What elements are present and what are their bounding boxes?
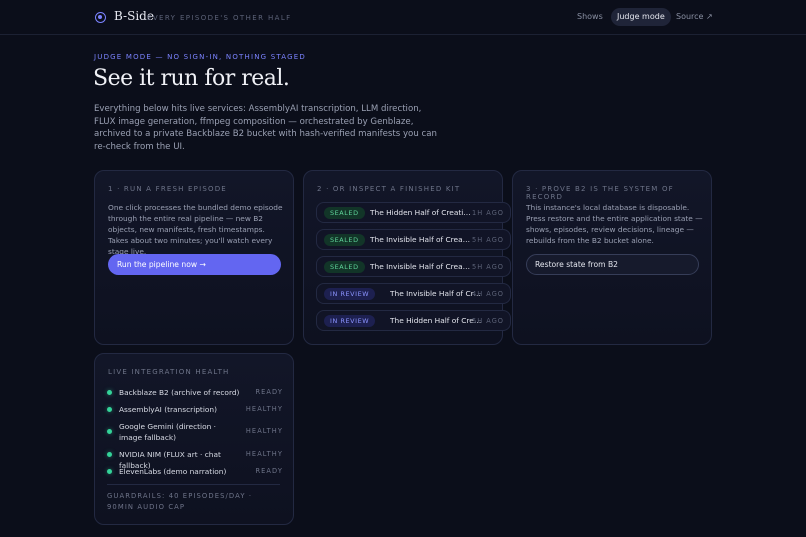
kit-timestamp: 4H AGO [472,290,504,298]
kit-title: The Invisible Half of Creative Work [370,262,472,271]
page-title: See it run for real. [93,66,290,91]
kit-title: The Hidden Half of Creative Work [390,316,484,325]
run-episode-card: 1 · RUN A FRESH EPISODE One click proces… [94,170,294,345]
service-status: READY [255,467,283,475]
service-name: Backblaze B2 (archive of record) [119,388,240,397]
hero-eyebrow: JUDGE MODE — NO SIGN-IN, NOTHING STAGED [94,53,306,61]
kit-card-label: 2 · OR INSPECT A FINISHED KIT [317,185,461,193]
status-badge: IN REVIEW [324,315,376,327]
kit-item[interactable]: IN REVIEW The Hidden Half of Creative Wo… [316,310,511,331]
run-pipeline-button[interactable]: Run the pipeline now → [108,254,281,275]
status-dot-icon [107,469,112,474]
kit-item[interactable]: SEALED The Invisible Half of Creative Wo… [316,256,511,277]
nav-judge-mode-link[interactable]: Judge mode [611,8,671,26]
kit-item[interactable]: IN REVIEW The Invisible Half of Creative… [316,283,511,304]
service-name: ElevenLabs (demo narration) [119,467,227,476]
status-dot-icon [107,452,112,457]
nav-source-link[interactable]: Source ↗ [676,12,713,21]
top-bar: B-Side EVERY EPISODE'S OTHER HALF Shows … [0,0,806,35]
guardrails-note: GUARDRAILS: 40 EPISODES/DAY · 90MIN AUDI… [107,492,253,511]
divider [107,484,280,485]
status-dot-icon [107,429,112,434]
nav-shows-link[interactable]: Shows [577,12,603,21]
status-dot-icon [107,390,112,395]
kit-timestamp: 1H AGO [472,209,504,217]
status-badge: SEALED [324,261,365,273]
run-card-label: 1 · RUN A FRESH EPISODE [108,185,227,193]
kit-item[interactable]: SEALED The Hidden Half of Creative Work … [316,202,511,223]
service-status: HEALTHY [245,450,283,458]
kit-item[interactable]: SEALED The Invisible Half of Creative Wo… [316,229,511,250]
status-badge: SEALED [324,234,365,246]
status-badge: IN REVIEW [324,288,376,300]
hero-description: Everything below hits live services: Ass… [94,104,437,152]
service-name: Google Gemini (direction · image fallbac… [119,422,216,442]
inspect-kit-card: 2 · OR INSPECT A FINISHED KIT SEALED The… [303,170,511,345]
kit-title: The Hidden Half of Creative Work [370,208,472,217]
restore-card-label: 3 · PROVE B2 IS THE SYSTEM OF RECORD [526,185,674,201]
health-card-label: LIVE INTEGRATION HEALTH [108,368,230,376]
service-status: HEALTHY [245,427,283,435]
brand-tagline: EVERY EPISODE'S OTHER HALF [147,14,292,22]
service-name: AssemblyAI (transcription) [119,405,217,414]
kit-title: The Invisible Half of Creative Work [390,289,484,298]
kit-timestamp: 5H AGO [472,263,504,271]
restore-b2-button[interactable]: Restore state from B2 [526,254,699,275]
integration-health-card: LIVE INTEGRATION HEALTH Backblaze B2 (ar… [94,353,294,525]
status-dot-icon [107,407,112,412]
logo-icon[interactable] [95,12,106,23]
kit-timestamp: 5H AGO [472,236,504,244]
kit-title: The Invisible Half of Creative Work [370,235,472,244]
service-status: READY [255,388,283,396]
run-card-description: One click processes the bundled demo epi… [108,203,283,256]
restore-card: 3 · PROVE B2 IS THE SYSTEM OF RECORD Thi… [512,170,712,345]
kit-timestamp: 5H AGO [472,317,504,325]
restore-card-description: This instance's local database is dispos… [526,203,703,245]
status-badge: SEALED [324,207,365,219]
service-status: HEALTHY [245,405,283,413]
